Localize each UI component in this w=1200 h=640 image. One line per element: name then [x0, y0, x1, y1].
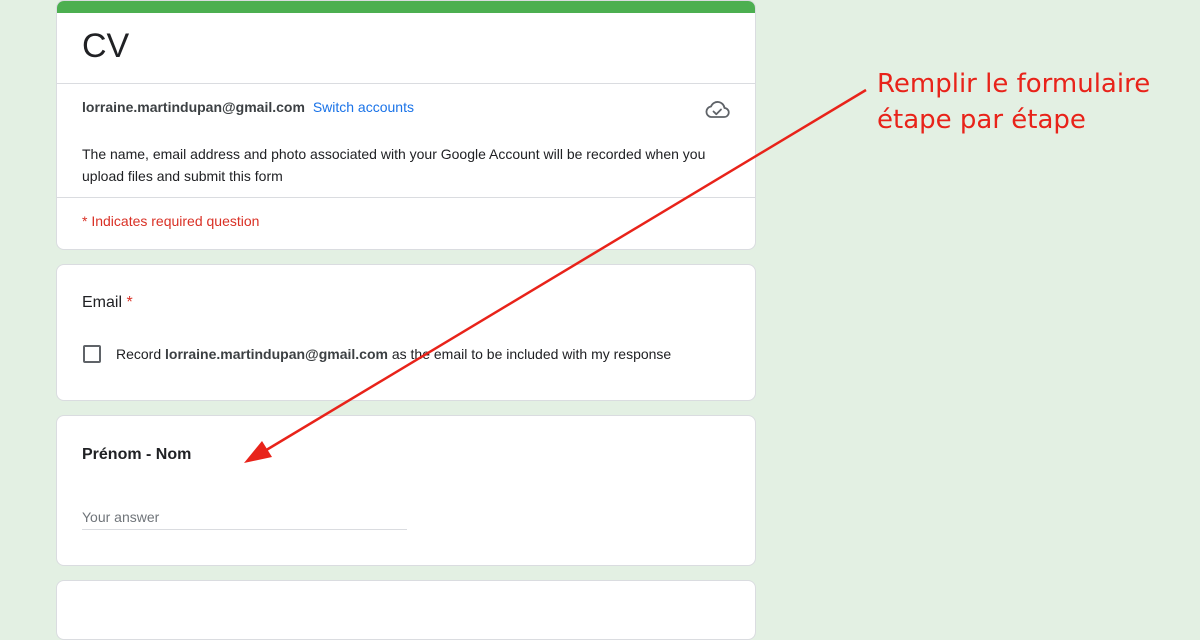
account-notice: The name, email address and photo associ… — [82, 146, 706, 184]
notice-divider — [57, 197, 755, 198]
annotation-line-1: Remplir le formulaire — [877, 69, 1151, 99]
email-question-card: Email * Record lorraine.martindupan@gmai… — [56, 264, 756, 401]
account-row: lorraine.martindupan@gmail.com Switch ac… — [82, 99, 414, 115]
annotation-text: Remplir le formulaire étape par étape — [877, 66, 1150, 138]
form-header-card: CV lorraine.martindupan@gmail.com Switch… — [56, 0, 756, 250]
record-prefix: Record — [116, 346, 162, 362]
name-question-card: Prénom - Nom — [56, 415, 756, 566]
switch-accounts-link[interactable]: Switch accounts — [313, 99, 414, 115]
name-answer-input[interactable] — [82, 505, 407, 530]
email-question-title: Email * — [82, 294, 133, 312]
record-suffix: as the email to be included with my resp… — [391, 346, 672, 362]
record-email-label[interactable]: Record lorraine.martindupan@gmail.com as… — [116, 346, 671, 362]
required-note: * Indicates required question — [82, 213, 260, 229]
record-email-address: lorraine.martindupan@gmail.com — [165, 346, 388, 362]
email-question-label: Email — [82, 294, 123, 311]
form-accent-bar — [57, 1, 755, 13]
header-divider — [57, 83, 755, 84]
annotation-line-2: étape par étape — [877, 105, 1086, 135]
next-question-card — [56, 580, 756, 640]
record-email-checkbox[interactable] — [83, 345, 101, 363]
cloud-saved-icon — [705, 101, 730, 118]
form-title: CV — [82, 27, 130, 65]
required-asterisk: * — [126, 294, 133, 311]
name-question-title: Prénom - Nom — [82, 446, 192, 463]
account-email: lorraine.martindupan@gmail.com — [82, 99, 305, 115]
